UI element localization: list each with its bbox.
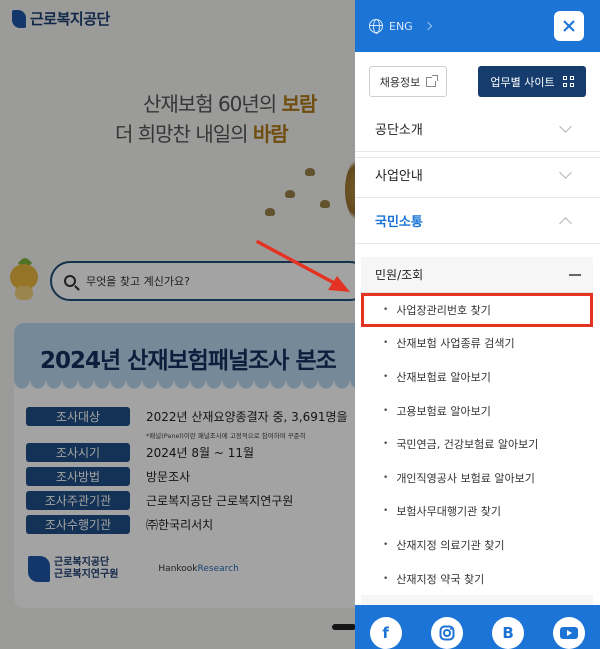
submenu-item-agency-search[interactable]: 보험사무대행기관 찾기: [361, 495, 593, 529]
submenu-item-pension-health[interactable]: 국민연금, 건강보험료 알아보기: [361, 427, 593, 461]
globe-icon: [369, 19, 383, 34]
job-info-button[interactable]: 채용정보: [369, 66, 447, 97]
work-sites-button[interactable]: 업무별 사이트: [478, 66, 586, 97]
collapse-icon: [569, 274, 581, 276]
menu-label: 공단소개: [375, 123, 423, 138]
work-sites-label: 업무별 사이트: [490, 75, 555, 89]
job-info-label: 채용정보: [379, 75, 421, 89]
submenu-title: 민원/조회: [375, 268, 424, 282]
menu-about[interactable]: 공단소개: [355, 106, 600, 152]
submenu-item-medical-search[interactable]: 산재지정 의료기관 찾기: [361, 528, 593, 562]
youtube-icon[interactable]: [553, 617, 586, 649]
instagram-icon[interactable]: [430, 617, 463, 649]
close-button[interactable]: [554, 11, 584, 41]
blog-icon[interactable]: B: [492, 617, 525, 649]
submenu-item-pharmacy-search[interactable]: 산재지정 약국 찾기: [361, 562, 593, 596]
submenu-item-employment-premium[interactable]: 고용보험료 알아보기: [361, 394, 593, 428]
language-switch[interactable]: ENG: [389, 20, 413, 33]
external-link-icon: [426, 74, 439, 87]
submenu-item-workplace-number[interactable]: 사업장관리번호 찾기: [361, 293, 593, 327]
close-icon: [563, 20, 575, 32]
submenu-header[interactable]: 민원/조회: [361, 257, 593, 293]
grid-icon: [562, 76, 574, 87]
chevron-down-icon: [559, 120, 572, 133]
menu-label: 사업안내: [375, 169, 423, 184]
submenu-list: 사업장관리번호 찾기 산재보험 사업종류 검색기 산재보험료 알아보기 고용보험…: [361, 293, 593, 596]
menu-label: 국민소통: [375, 215, 423, 230]
facebook-icon[interactable]: f: [369, 617, 402, 649]
submenu-panel: 민원/조회 사업장관리번호 찾기 산재보험 사업종류 검색기 산재보험료 알아보…: [361, 257, 593, 637]
submenu-item-self-construction[interactable]: 개인직영공사 보험료 알아보기: [361, 461, 593, 495]
submenu-item-business-type-search[interactable]: 산재보험 사업종류 검색기: [361, 327, 593, 361]
side-menu-drawer: ENG 채용정보 업무별 사이트 공단소개 사업안내 국민소통 민원/조회 • …: [355, 0, 600, 649]
chevron-down-icon: [559, 166, 572, 179]
chevron-up-icon: [559, 216, 572, 230]
menu-business[interactable]: 사업안내: [355, 152, 600, 198]
submenu-item-industrial-premium[interactable]: 산재보험료 알아보기: [361, 360, 593, 394]
social-links-bar: f B: [355, 605, 600, 649]
menu-communication[interactable]: 국민소통: [355, 198, 600, 244]
chevron-right-icon: [423, 21, 432, 31]
drawer-header: ENG: [355, 0, 600, 52]
